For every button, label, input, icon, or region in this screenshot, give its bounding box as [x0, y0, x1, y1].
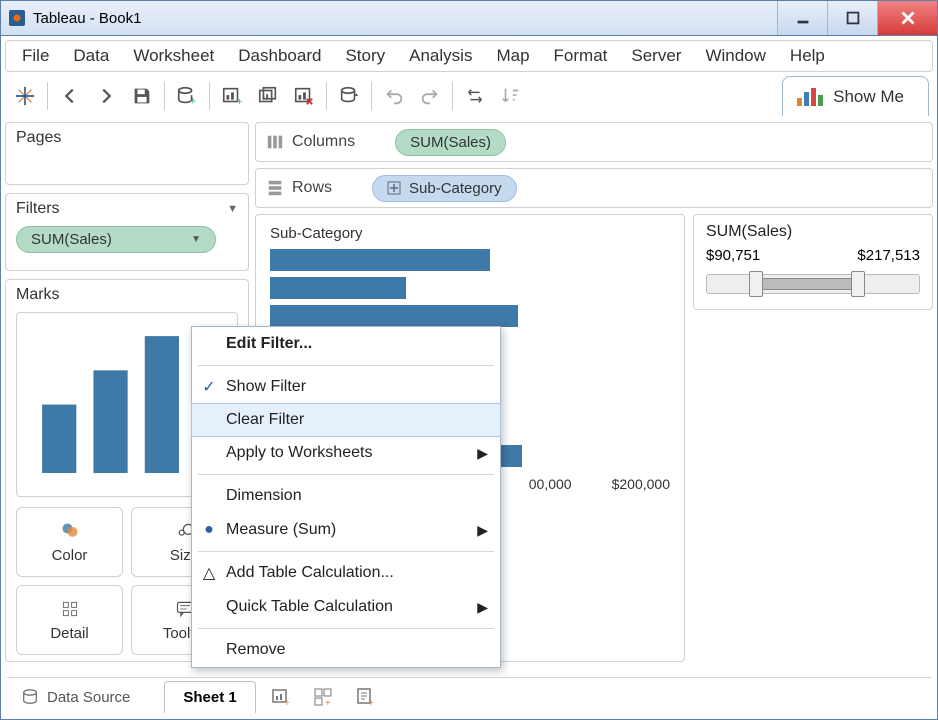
ctx-edit-filter[interactable]: Edit Filter... [192, 327, 500, 361]
filter-pill-sum-sales[interactable]: SUM(Sales) ▼ [16, 226, 216, 253]
columns-label: Columns [292, 133, 355, 151]
bar-icon [25, 319, 196, 490]
forward-button[interactable] [90, 80, 122, 112]
columns-shelf[interactable]: Columns SUM(Sales) [255, 122, 933, 162]
ctx-clear-filter[interactable]: Clear Filter [191, 403, 501, 437]
redo-button[interactable] [414, 80, 446, 112]
new-worksheet-button[interactable]: + [216, 80, 248, 112]
submenu-arrow-icon: ▶ [477, 599, 488, 616]
menu-format[interactable]: Format [542, 42, 620, 70]
clear-sheet-button[interactable] [288, 80, 320, 112]
data-source-label: Data Source [47, 689, 130, 706]
tableau-logo-icon[interactable] [9, 80, 41, 112]
ctx-quick-table-calc[interactable]: Quick Table Calculation▶ [192, 590, 500, 624]
new-dashboard-tab-button[interactable]: + [306, 681, 340, 713]
marks-detail-button[interactable]: Detail [16, 585, 123, 655]
window-titlebar: Tableau - Book1 [0, 0, 938, 36]
menu-worksheet[interactable]: Worksheet [121, 42, 226, 70]
menu-bar: File Data Worksheet Dashboard Story Anal… [5, 40, 933, 72]
filters-shelf[interactable]: Filters ▼ SUM(Sales) ▼ [5, 193, 249, 271]
slider-track [754, 278, 856, 290]
slider-thumb-left[interactable] [749, 271, 763, 297]
duplicate-sheet-button[interactable] [252, 80, 284, 112]
close-button[interactable] [877, 1, 937, 35]
menu-map[interactable]: Map [484, 42, 541, 70]
show-me-icon [797, 88, 823, 106]
window-title: Tableau - Book1 [33, 10, 777, 27]
filter-pill-label: SUM(Sales) [31, 231, 112, 248]
new-story-tab-button[interactable]: + [348, 681, 382, 713]
menu-file[interactable]: File [10, 42, 61, 70]
submenu-arrow-icon: ▶ [477, 445, 488, 462]
minimize-button[interactable] [777, 1, 827, 35]
ctx-dimension[interactable]: Dimension [192, 479, 500, 513]
delta-icon: △ [200, 563, 218, 583]
sheet-tab-1[interactable]: Sheet 1 [164, 681, 255, 713]
filters-title: Filters [16, 200, 60, 218]
sheet-tab-bar: Data Source Sheet 1 + + + [7, 677, 931, 713]
sort-button[interactable] [495, 80, 527, 112]
rows-icon [266, 179, 284, 197]
show-me-button[interactable]: Show Me [782, 76, 929, 116]
filter-context-menu: Edit Filter... ✓Show Filter Clear Filter… [191, 326, 501, 668]
rows-shelf[interactable]: Rows Sub-Category [255, 168, 933, 208]
legend-min: $90,751 [706, 247, 760, 264]
legend-slider[interactable] [706, 274, 920, 294]
new-worksheet-tab-button[interactable]: + [264, 681, 298, 713]
legend-max: $217,513 [857, 247, 920, 264]
auto-update-button[interactable] [333, 80, 365, 112]
pages-title: Pages [16, 129, 61, 147]
marks-color-button[interactable]: Color [16, 507, 123, 577]
menu-help[interactable]: Help [778, 42, 837, 70]
back-button[interactable] [54, 80, 86, 112]
svg-text:+: + [325, 698, 331, 707]
check-icon: ✓ [200, 377, 218, 397]
rows-pill-subcategory[interactable]: Sub-Category [372, 175, 517, 202]
slider-thumb-right[interactable] [851, 271, 865, 297]
color-legend[interactable]: SUM(Sales) $90,751 $217,513 [693, 214, 933, 310]
color-icon [60, 521, 80, 541]
columns-icon [266, 133, 284, 151]
window-buttons [777, 1, 937, 35]
menu-window[interactable]: Window [693, 42, 777, 70]
save-button[interactable] [126, 80, 158, 112]
filters-dropdown-icon[interactable]: ▼ [227, 203, 238, 215]
legend-title: SUM(Sales) [706, 223, 920, 241]
bullet-icon: ● [200, 521, 218, 539]
submenu-arrow-icon: ▶ [477, 522, 488, 539]
detail-icon [60, 599, 80, 619]
tableau-app-icon [9, 10, 25, 26]
plus-icon [387, 181, 401, 195]
menu-server[interactable]: Server [619, 42, 693, 70]
svg-text:+: + [190, 95, 196, 107]
rows-label: Rows [292, 179, 332, 197]
menu-dashboard[interactable]: Dashboard [226, 42, 333, 70]
viz-header: Sub-Category [270, 225, 670, 242]
maximize-button[interactable] [827, 1, 877, 35]
datasource-icon [21, 688, 39, 706]
ctx-show-filter[interactable]: ✓Show Filter [192, 370, 500, 404]
menu-data[interactable]: Data [61, 42, 121, 70]
ctx-add-table-calc[interactable]: △Add Table Calculation... [192, 556, 500, 590]
svg-text:+: + [284, 698, 290, 707]
svg-text:+: + [368, 698, 374, 707]
swap-button[interactable] [459, 80, 491, 112]
ctx-apply-worksheets[interactable]: Apply to Worksheets▶ [192, 436, 500, 470]
show-me-label: Show Me [833, 87, 904, 107]
data-source-tab[interactable]: Data Source [7, 681, 144, 713]
ctx-measure[interactable]: ●Measure (Sum)▶ [192, 513, 500, 547]
menu-story[interactable]: Story [333, 42, 397, 70]
new-datasource-button[interactable]: + [171, 80, 203, 112]
svg-text:+: + [237, 97, 243, 107]
menu-analysis[interactable]: Analysis [397, 42, 484, 70]
marks-title: Marks [16, 286, 60, 304]
ctx-remove[interactable]: Remove [192, 633, 500, 667]
pages-shelf[interactable]: Pages [5, 122, 249, 185]
columns-pill-sum-sales[interactable]: SUM(Sales) [395, 129, 506, 156]
toolbar: + + Show Me [5, 76, 933, 116]
filter-pill-dropdown-icon[interactable]: ▼ [191, 234, 201, 245]
undo-button[interactable] [378, 80, 410, 112]
